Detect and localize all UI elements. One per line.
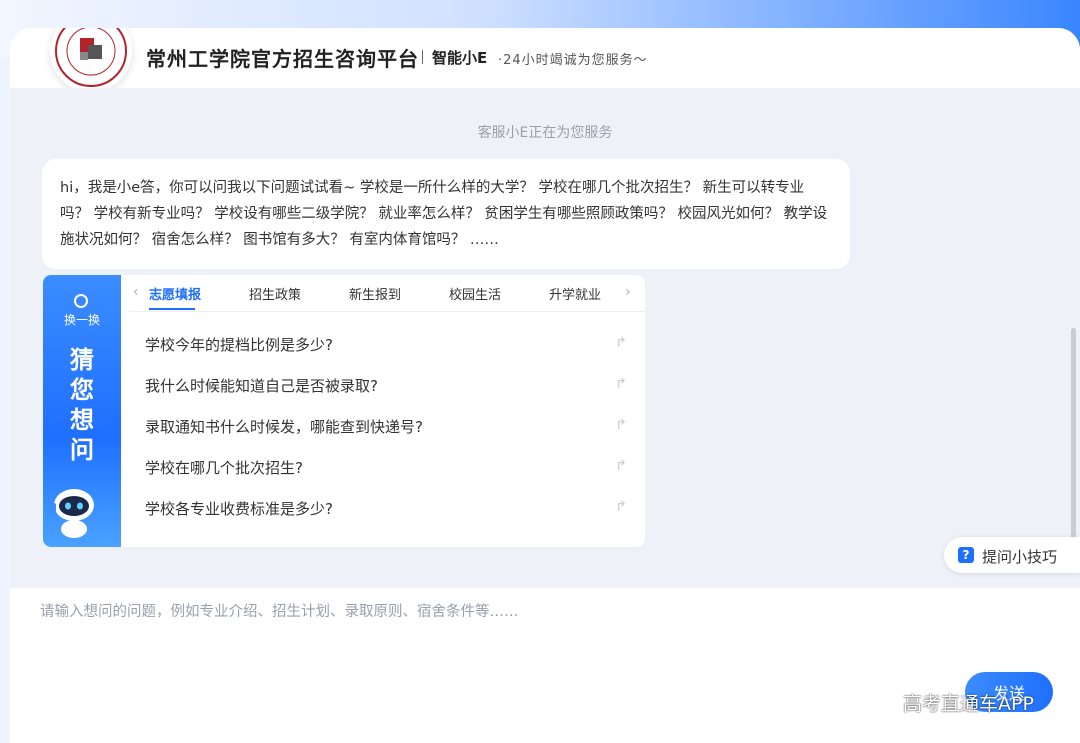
question-text: 学校各专业收费标准是多少? [145,500,333,518]
question-text: 学校在哪几个批次招生? [145,459,303,477]
page-title: 常州工学院官方招生咨询平台 [146,47,419,71]
header: 常州工学院官方招生咨询平台 智能小E ·24小时竭诚为您服务～ [10,28,1080,92]
service-status: 客服小E正在为您服务 [477,125,613,141]
share-arrow-icon: ↱ [615,499,627,515]
guess-char: 想 [70,406,94,434]
header-slogan: ·24小时竭诚为您服务～ [498,53,648,68]
question-item[interactable]: 学校在哪几个批次招生? ↱ [145,448,635,489]
faq-card: 换一换 猜 您 想 问 ‹ 志愿填报 招生政策 新生报到 校园生活 升学就业 ›… [43,275,645,547]
tab-jiuye[interactable]: 升学就业 [549,284,601,303]
guess-char: 问 [70,436,94,464]
chat-window: 常州工学院官方招生咨询平台 智能小E ·24小时竭诚为您服务～ 客服小E正在为您… [10,28,1080,743]
share-arrow-icon: ↱ [615,458,627,474]
question-text: 录取通知书什么时候发，哪能查到快递号? [145,418,423,436]
greeting-message: hi，我是小e答，你可以问我以下问题试试看~ 学校是一所什么样的大学？ 学校在哪… [42,159,850,269]
tips-label: 提问小技巧 [982,548,1058,566]
tab-baodao[interactable]: 新生报到 [349,284,401,303]
tab-shenghuo[interactable]: 校园生活 [449,284,501,303]
question-text: 我什么时候能知道自己是否被录取? [145,377,378,395]
refresh-icon[interactable] [74,294,88,308]
question-item[interactable]: 我什么时候能知道自己是否被录取? ↱ [145,366,635,407]
watermark: 高考直通车APP [903,693,1034,715]
tab-zhiyuan[interactable]: 志愿填报 [149,284,201,303]
tab-zhaosheng[interactable]: 招生政策 [249,284,301,303]
question-tips-button[interactable]: ? 提问小技巧 [944,537,1080,573]
refresh-button[interactable]: 换一换 [43,311,121,328]
guess-char: 猜 [70,346,94,374]
assistant-name: 智能小E [432,49,488,67]
guess-label: 猜 您 想 问 [43,345,121,465]
active-tab-indicator [149,308,195,310]
school-logo [50,28,132,92]
question-list: 学校今年的提档比例是多少? ↱ 我什么时候能知道自己是否被录取? ↱ 录取通知书… [145,325,635,530]
tabs-prev-icon[interactable]: ‹ [133,284,139,300]
faq-sidebar: 换一换 猜 您 想 问 [43,275,121,547]
question-input[interactable] [38,598,942,662]
tabs-next-icon[interactable]: › [625,284,631,300]
share-arrow-icon: ↱ [615,417,627,433]
share-arrow-icon: ↱ [615,335,627,351]
faq-tabs: ‹ 志愿填报 招生政策 新生报到 校园生活 升学就业 › [129,275,645,312]
guess-char: 您 [70,376,94,404]
chat-area: 客服小E正在为您服务 hi，我是小e答，你可以问我以下问题试试看~ 学校是一所什… [10,88,1080,588]
chat-scrollbar[interactable] [1071,328,1076,568]
question-mark-icon: ? [958,547,974,563]
robot-mascot-icon [52,489,94,538]
input-area: 发送 [10,588,1080,743]
question-item[interactable]: 学校今年的提档比例是多少? ↱ [145,325,635,366]
share-arrow-icon: ↱ [615,376,627,392]
question-item[interactable]: 学校各专业收费标准是多少? ↱ [145,489,635,530]
question-item[interactable]: 录取通知书什么时候发，哪能查到快递号? ↱ [145,407,635,448]
header-divider [422,50,423,64]
question-text: 学校今年的提档比例是多少? [145,336,333,354]
